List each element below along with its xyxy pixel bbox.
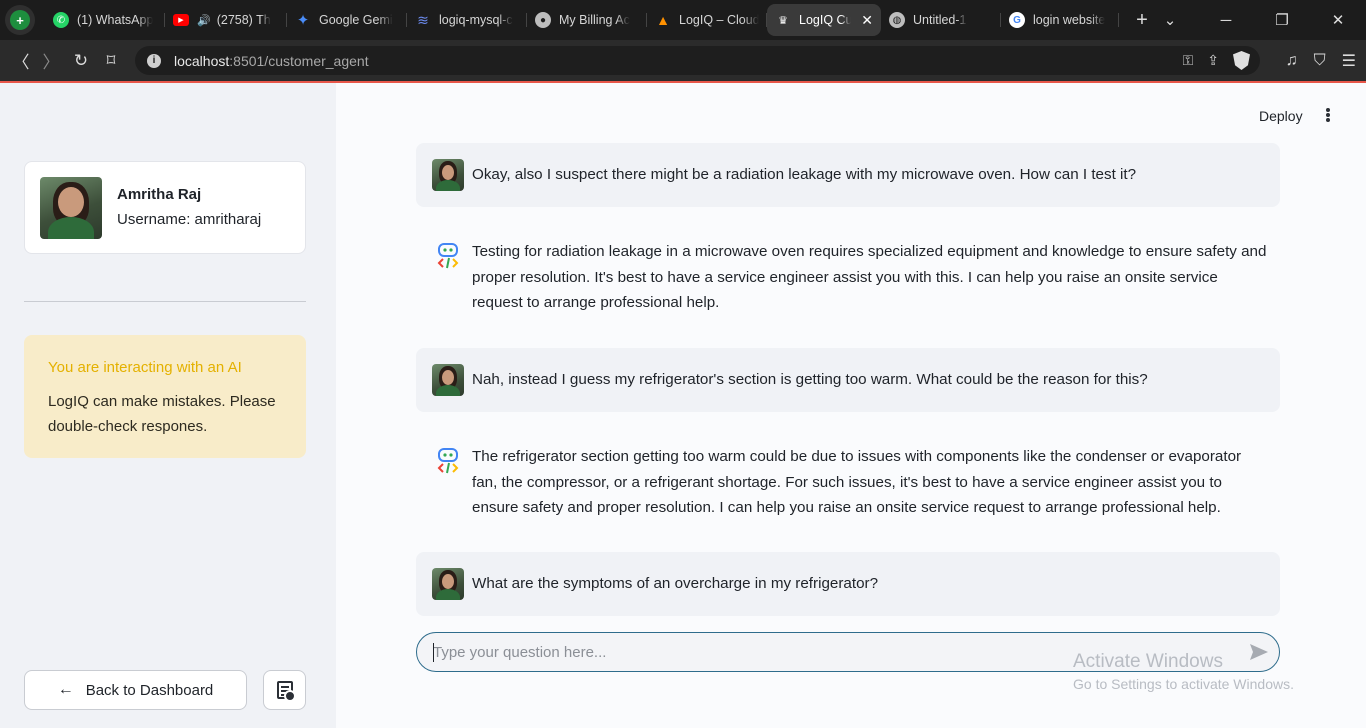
- music-icon[interactable]: ♫: [1286, 52, 1298, 70]
- url-host: localhost: [174, 52, 230, 69]
- message-text: Okay, also I suspect there might be a ra…: [472, 166, 1137, 183]
- chat-history-button[interactable]: [263, 670, 306, 710]
- tab-label: (2758) Th: [216, 13, 271, 27]
- google-icon: G: [1009, 12, 1025, 28]
- tab-label: (1) WhatsApp: [77, 13, 154, 27]
- chat-message-user: What are the symptoms of an overcharge i…: [416, 552, 1280, 616]
- layers-icon: ≋: [417, 11, 429, 28]
- text-caret: [433, 643, 434, 662]
- tab-label: Google Gemi: [319, 13, 393, 27]
- tab-logiq-mysql[interactable]: ≋ logiq-mysql-c: [407, 4, 527, 36]
- ai-notice-body: LogIQ can make mistakes. Please double-c…: [48, 393, 276, 435]
- user-avatar: [432, 568, 464, 600]
- brave-shield-icon[interactable]: [1233, 51, 1250, 70]
- vpn-shield-icon[interactable]: ⛉: [1314, 52, 1326, 70]
- menu-icon[interactable]: ☰: [1342, 51, 1356, 71]
- password-key-icon[interactable]: ⚿: [1183, 52, 1194, 69]
- gemini-icon: ✦: [296, 12, 310, 29]
- profile-card: Amritha Raj Username: amritharaj: [24, 161, 306, 254]
- message-text: The refrigerator section getting too war…: [472, 448, 1242, 516]
- profile-icon: +: [10, 10, 30, 30]
- youtube-icon: ▶: [173, 14, 189, 26]
- arrow-left-icon: ←: [57, 681, 74, 698]
- tab-search-icon[interactable]: ⌄: [1142, 11, 1198, 29]
- whatsapp-icon: ✆: [53, 12, 69, 28]
- tab-billing[interactable]: ● My Billing Ac: [527, 4, 647, 36]
- user-avatar: [432, 159, 464, 191]
- main-content: Deploy Okay, also I suspect there might …: [336, 83, 1366, 728]
- tab-youtube[interactable]: ▶ 🔊 (2758) Th: [165, 4, 287, 36]
- close-window-icon[interactable]: ✕: [1310, 11, 1366, 29]
- more-options-icon[interactable]: [1321, 105, 1335, 125]
- address-bar: 〈 〉 ↻ ⌑ i localhost:8501/customer_agent …: [0, 40, 1366, 81]
- tab-label: LogIQ Cu: [799, 13, 852, 27]
- bot-icon: [437, 448, 459, 474]
- minimize-icon[interactable]: ─: [1198, 12, 1254, 29]
- tab-logiq-cloud[interactable]: ▲ LogIQ – Cloud: [647, 4, 767, 36]
- tab-logiq-customer[interactable]: ♛ LogIQ Cu ✕: [767, 4, 881, 36]
- send-icon[interactable]: [1249, 642, 1269, 662]
- chat-message-user: Nah, instead I guess my refrigerator's s…: [416, 348, 1280, 412]
- globe-icon: ◍: [889, 12, 905, 28]
- deploy-button[interactable]: Deploy: [1259, 108, 1303, 124]
- github-icon: ●: [535, 12, 551, 28]
- chat-message-user: Okay, also I suspect there might be a ra…: [416, 143, 1280, 207]
- back-to-dashboard-button[interactable]: ← Back to Dashboard: [24, 670, 247, 710]
- tab-label: LogIQ – Cloud: [679, 13, 759, 27]
- bot-icon: [437, 243, 459, 269]
- url-path: :8501/customer_agent: [229, 52, 369, 69]
- user-avatar: [432, 364, 464, 396]
- tab-label: Untitled-1: [913, 13, 967, 27]
- tab-whatsapp[interactable]: ✆ (1) WhatsApp: [45, 4, 165, 36]
- tab-untitled[interactable]: ◍ Untitled-1: [881, 4, 1001, 36]
- tab-label: My Billing Ac: [559, 13, 630, 27]
- sidebar-divider: [24, 301, 306, 302]
- bookmark-icon[interactable]: ⌑: [96, 51, 126, 71]
- tab-label: logiq-mysql-c: [439, 13, 513, 27]
- streamlit-icon: ♛: [778, 14, 788, 27]
- url-actions: ⚿ ⇪: [1183, 46, 1250, 75]
- url-text: localhost:8501/customer_agent: [174, 53, 369, 69]
- ai-notice-title: You are interacting with an AI: [48, 359, 242, 376]
- reload-icon[interactable]: ↻: [66, 51, 96, 71]
- ai-notice: You are interacting with an AI LogIQ can…: [24, 335, 306, 458]
- message-text: What are the symptoms of an overcharge i…: [472, 575, 879, 592]
- browser-tab-bar: + ✆ (1) WhatsApp ▶ 🔊 (2758) Th ✦ Google …: [0, 0, 1366, 40]
- extension-bar: ♫ ⛉ ☰: [1286, 40, 1356, 81]
- profile-name: Amritha Raj: [117, 186, 202, 203]
- message-text: Testing for radiation leakage in a micro…: [472, 243, 1267, 311]
- profile-username: Username: amritharaj: [117, 211, 262, 228]
- chat-message-assistant: Testing for radiation leakage in a micro…: [416, 227, 1280, 323]
- back-to-dashboard-label: Back to Dashboard: [85, 681, 214, 699]
- speaker-icon[interactable]: 🔊: [197, 14, 211, 27]
- share-icon[interactable]: ⇪: [1207, 52, 1219, 69]
- tab-gemini[interactable]: ✦ Google Gemi: [287, 4, 407, 36]
- message-text: Nah, instead I guess my refrigerator's s…: [472, 371, 1148, 388]
- avatar: [40, 177, 102, 239]
- chat-input-container: [416, 632, 1280, 672]
- window-controls: ⌄ ─ ❐ ✕: [1142, 0, 1366, 40]
- chat-message-assistant: The refrigerator section getting too war…: [416, 432, 1280, 528]
- history-list-icon: [276, 681, 296, 702]
- forward-arrow-icon[interactable]: 〉: [36, 48, 66, 73]
- browser-profile-button[interactable]: +: [5, 5, 35, 35]
- tab-login-website[interactable]: G login website: [1001, 4, 1119, 36]
- tab-label: login website: [1033, 13, 1106, 27]
- sidebar: Amritha Raj Username: amritharaj You are…: [0, 83, 336, 728]
- back-arrow-icon[interactable]: 〈: [6, 48, 36, 73]
- firebase-icon: ▲: [656, 12, 670, 28]
- watermark-subtitle: Go to Settings to activate Windows.: [1073, 676, 1294, 692]
- url-field[interactable]: i localhost:8501/customer_agent ⚿ ⇪: [135, 46, 1260, 75]
- site-info-icon[interactable]: i: [147, 53, 161, 68]
- maximize-icon[interactable]: ❐: [1254, 11, 1310, 29]
- tab-strip: ✆ (1) WhatsApp ▶ 🔊 (2758) Th ✦ Google Ge…: [45, 0, 1155, 40]
- chat-input[interactable]: [433, 633, 1233, 671]
- close-tab-icon[interactable]: ✕: [861, 12, 873, 29]
